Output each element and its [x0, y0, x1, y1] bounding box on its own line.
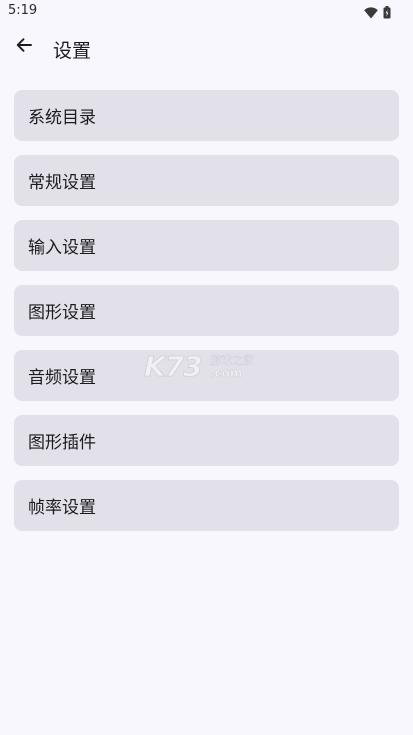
app-bar: 设置 — [0, 26, 413, 72]
menu-item-label: 帧率设置 — [28, 498, 96, 518]
back-button[interactable] — [9, 32, 39, 62]
menu-item-label: 音频设置 — [28, 368, 96, 388]
status-icons — [364, 4, 391, 23]
status-time: 5:19 — [8, 3, 38, 18]
menu-item-audio-settings[interactable]: 音频设置 — [14, 350, 399, 401]
menu-item-label: 图形插件 — [28, 433, 96, 453]
page-title: 设置 — [53, 40, 92, 62]
menu-item-frame-rate-settings[interactable]: 帧率设置 — [14, 480, 399, 531]
menu-item-system-directory[interactable]: 系统目录 — [14, 90, 399, 141]
settings-menu-list: 系统目录 常规设置 输入设置 图形设置 音频设置 图形插件 帧率设置 — [14, 90, 399, 545]
wifi-icon — [364, 4, 378, 23]
menu-item-input-settings[interactable]: 输入设置 — [14, 220, 399, 271]
menu-item-general-settings[interactable]: 常规设置 — [14, 155, 399, 206]
menu-item-label: 图形设置 — [28, 303, 96, 323]
menu-item-label: 系统目录 — [28, 108, 96, 128]
menu-item-label: 常规设置 — [28, 173, 96, 193]
menu-item-graphics-plugins[interactable]: 图形插件 — [14, 415, 399, 466]
menu-item-graphics-settings[interactable]: 图形设置 — [14, 285, 399, 336]
menu-item-label: 输入设置 — [28, 238, 96, 258]
status-bar: 5:19 — [0, 0, 413, 22]
arrow-left-icon — [15, 36, 33, 58]
battery-icon — [383, 4, 391, 23]
